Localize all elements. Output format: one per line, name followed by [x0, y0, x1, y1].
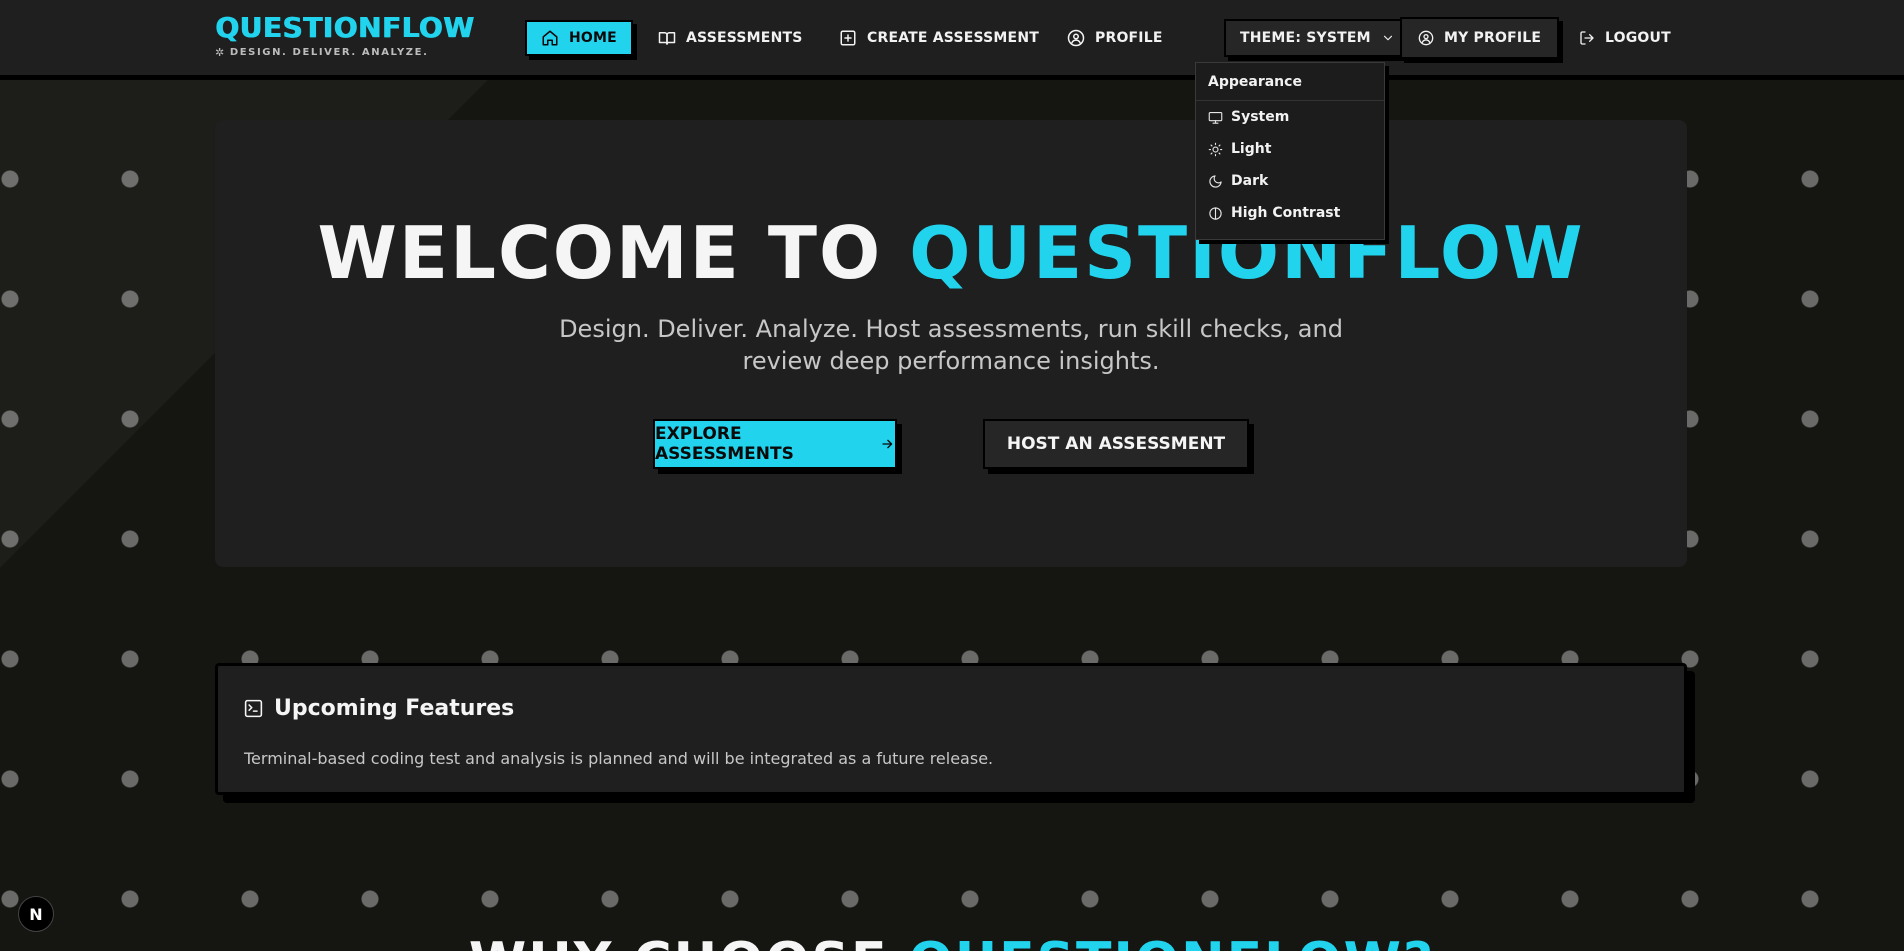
plus-square-icon [840, 30, 856, 46]
arrow-right-icon [882, 439, 893, 449]
logout-label: LOGOUT [1605, 30, 1671, 46]
upcoming-features-card: Upcoming Features Terminal-based coding … [215, 663, 1687, 795]
explore-assessments-button[interactable]: EXPLORE ASSESSMENTS [653, 419, 897, 469]
theme-option-system[interactable]: System [1196, 101, 1384, 133]
why-heading-part1: WHY CHOOSE [469, 932, 909, 951]
hero-title: WELCOME TO QUESTIONFLOW [215, 210, 1687, 296]
logout-button[interactable]: LOGOUT [1565, 20, 1685, 56]
sparkle-icon: ✲ [215, 46, 226, 59]
brand-tagline: ✲ DESIGN. DELIVER. ANALYZE. [215, 46, 474, 59]
logout-icon [1580, 31, 1594, 45]
book-open-icon [658, 32, 676, 45]
top-navbar: QUESTIONFLOW ✲ DESIGN. DELIVER. ANALYZE.… [0, 0, 1904, 80]
framework-badge-label: N [29, 904, 43, 924]
brand-title[interactable]: QUESTIONFLOW [215, 12, 474, 44]
nav-assessments-label: ASSESSMENTS [686, 30, 803, 46]
theme-dropdown-menu: Appearance System Light Dark High Contra… [1195, 62, 1385, 240]
nav-profile-link[interactable]: PROFILE [1053, 20, 1177, 56]
sun-icon [1208, 142, 1223, 156]
nav-home-button[interactable]: HOME [525, 20, 633, 56]
contrast-icon [1209, 206, 1222, 220]
theme-menu-heading: Appearance [1196, 63, 1384, 101]
features-title-text: Upcoming Features [274, 696, 515, 721]
host-assessment-label: HOST AN ASSESSMENT [1006, 434, 1226, 454]
theme-option-label: Light [1231, 141, 1272, 157]
features-description: Terminal-based coding test and analysis … [244, 749, 994, 768]
my-profile-button[interactable]: MY PROFILE [1400, 17, 1560, 59]
theme-option-light[interactable]: Light [1196, 133, 1384, 165]
chevron-down-icon [1383, 35, 1392, 41]
features-title: Upcoming Features [243, 696, 514, 721]
user-circle-icon [1067, 29, 1085, 47]
host-assessment-button[interactable]: HOST AN ASSESSMENT [983, 419, 1249, 469]
hero-section: WELCOME TO QUESTIONFLOW Design. Deliver.… [215, 120, 1687, 567]
nav-home-label: HOME [569, 30, 617, 46]
theme-option-high-contrast[interactable]: High Contrast [1196, 197, 1384, 229]
framework-badge[interactable]: N [18, 896, 54, 932]
theme-option-dark[interactable]: Dark [1196, 165, 1384, 197]
home-icon [542, 30, 558, 46]
monitor-icon [1208, 111, 1223, 124]
terminal-icon [244, 699, 263, 718]
explore-assessments-label: EXPLORE ASSESSMENTS [655, 424, 794, 464]
hero-title-part1: WELCOME TO [317, 211, 910, 295]
nav-assessments-link[interactable]: ASSESSMENTS [644, 20, 817, 56]
user-circle-icon [1418, 30, 1434, 46]
theme-option-label: Dark [1231, 173, 1269, 189]
why-choose-heading: WHY CHOOSE QUESTIONFLOW? [0, 932, 1904, 951]
hero-subtitle: Design. Deliver. Analyze. Host assessmen… [559, 315, 1343, 375]
nav-create-assessment-link[interactable]: CREATE ASSESSMENT [825, 20, 1053, 56]
theme-select-button[interactable]: THEME: SYSTEM [1224, 19, 1411, 57]
theme-option-label: System [1231, 109, 1290, 125]
moon-icon [1209, 174, 1222, 188]
why-heading-part2: QUESTIONFLOW? [909, 932, 1435, 951]
theme-select-label: THEME: SYSTEM [1240, 30, 1371, 46]
theme-option-label: High Contrast [1231, 205, 1341, 221]
my-profile-label: MY PROFILE [1444, 30, 1542, 46]
nav-create-label: CREATE ASSESSMENT [867, 30, 1039, 46]
brand-tagline-text: DESIGN. DELIVER. ANALYZE. [229, 47, 429, 58]
brand[interactable]: QUESTIONFLOW ✲ DESIGN. DELIVER. ANALYZE. [215, 12, 474, 60]
nav-profile-label: PROFILE [1095, 30, 1163, 46]
